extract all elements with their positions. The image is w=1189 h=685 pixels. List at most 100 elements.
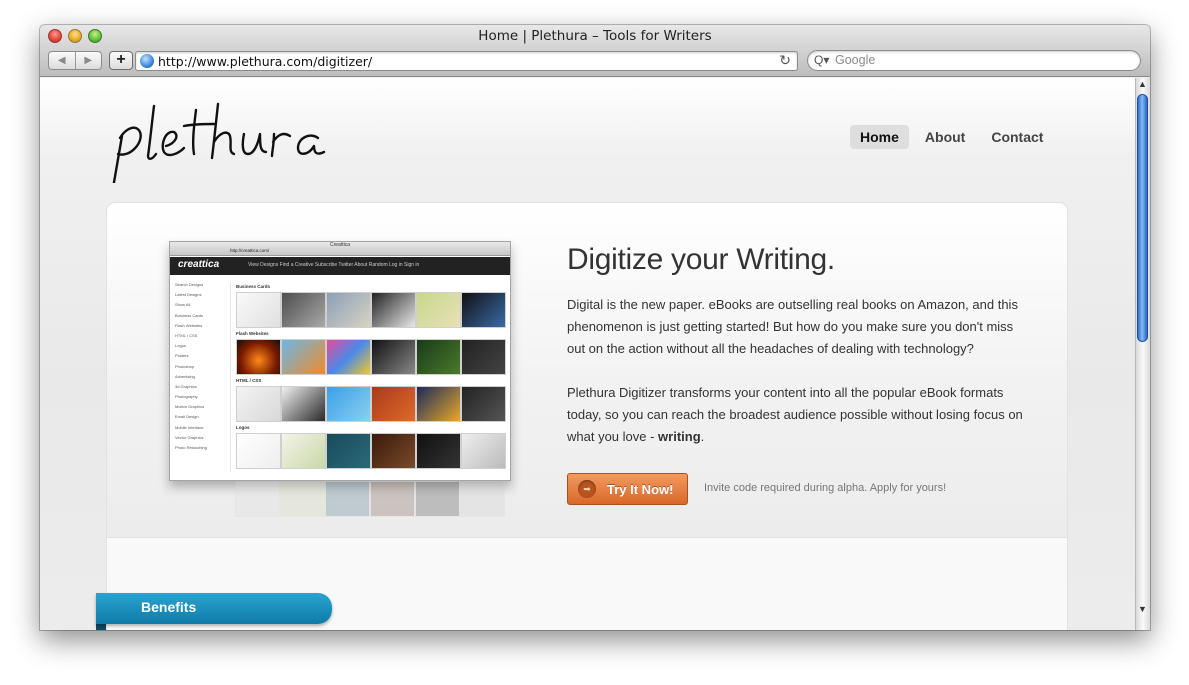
paragraph-2-text: Plethura Digitizer transforms your conte…	[567, 385, 1023, 444]
thumbnail	[416, 292, 461, 328]
screenshot-sidebar-item: Advertising	[175, 373, 195, 379]
thumbnail	[281, 386, 326, 422]
page-viewport: Home About Contact Creattica http://crea…	[40, 78, 1135, 630]
screenshot-sidebar-item: Posters	[175, 353, 189, 359]
forward-arrow-icon[interactable]: ▶	[76, 52, 102, 69]
thumbnail	[236, 292, 281, 328]
search-field[interactable]: Q▾ Google	[807, 50, 1141, 71]
thumbnail	[416, 386, 461, 422]
nav-contact[interactable]: Contact	[981, 125, 1053, 149]
thumbnail	[371, 386, 416, 422]
screenshot-sidebar-item: Latest Designs	[175, 292, 202, 298]
screenshot-section-title: HTML / CSS	[236, 378, 262, 383]
thumbnail	[326, 433, 371, 469]
screenshot-sidebar-item: Show All	[175, 302, 191, 308]
hero-paragraph-2: Plethura Digitizer transforms your conte…	[567, 382, 1027, 448]
back-forward-group: ◀ ▶	[48, 51, 102, 70]
scroll-up-arrow-icon[interactable]: ▲	[1138, 79, 1147, 89]
back-arrow-icon[interactable]: ◀	[49, 52, 76, 69]
thumbnail	[236, 433, 281, 469]
browser-window: Home | Plethura – Tools for Writers ◀ ▶ …	[40, 25, 1150, 630]
screenshot-sidebar-item: Photo Retouching	[175, 445, 207, 450]
thumbnail	[326, 339, 371, 375]
thumbnail	[371, 339, 416, 375]
thumbnail	[416, 433, 461, 469]
thumbnail	[326, 292, 371, 328]
thumbnail	[371, 292, 416, 328]
thumbnail	[461, 433, 506, 469]
thumbnail	[281, 292, 326, 328]
screenshot-sidebar-item: Motion Graphics	[175, 404, 205, 410]
screenshot-sidebar-item: Photoshop	[175, 363, 195, 369]
thumbnail	[236, 386, 281, 422]
screenshot-nav: View Designs Find a Creative Subscribe T…	[248, 262, 420, 268]
screenshot-browser-chrome: Creattica http://creattica.com/	[170, 242, 510, 256]
vertical-scrollbar[interactable]: ▲ ▼	[1135, 78, 1150, 630]
globe-icon	[140, 54, 154, 68]
screenshot-url: http://creattica.com/	[230, 248, 270, 253]
try-it-now-button[interactable]: ➡ Try It Now!	[567, 473, 688, 505]
address-bar[interactable]: http://www.plethura.com/digitizer/ ↻	[135, 51, 798, 71]
title-bar: Home | Plethura – Tools for Writers ◀ ▶ …	[40, 25, 1150, 77]
thumbnail	[281, 339, 326, 375]
benefits-label: Benefits	[141, 599, 197, 615]
screenshot-gallery: Business Cards Flash Websites HTML / CSS…	[236, 282, 506, 472]
thumbnail	[416, 339, 461, 375]
screenshot-sidebar-item: Photography	[175, 394, 198, 400]
paragraph-2-emphasis: writing	[658, 429, 701, 444]
thumbnail	[326, 386, 371, 422]
search-placeholder: Google	[835, 53, 876, 67]
reflection-thumbnail	[325, 481, 370, 517]
screenshot-thumb-row	[236, 386, 506, 422]
benefits-ribbon: Benefits	[96, 593, 332, 624]
screenshot-sidebar-item: 3d Graphics	[175, 383, 197, 389]
screenshot-thumb-row	[236, 292, 506, 328]
screenshot-thumb-row	[236, 433, 506, 469]
screenshot-sidebar-item: Logos	[175, 343, 186, 349]
screenshot-sidebar-item: HTML / CSS	[175, 332, 198, 338]
screenshot-sidebar-item: Business Cards	[175, 312, 204, 318]
reflection-thumbnail	[280, 481, 325, 517]
screenshot-logo: creattica	[178, 259, 220, 270]
scroll-down-arrow-icon[interactable]: ▼	[1138, 604, 1147, 614]
screenshot-thumb-row	[236, 339, 506, 375]
scroll-thumb[interactable]	[1137, 94, 1148, 342]
reload-icon[interactable]: ↻	[779, 52, 791, 69]
hero-headline: Digitize your Writing.	[567, 243, 835, 276]
screenshot-sidebar-item: Search Designs	[175, 282, 204, 287]
nav-home[interactable]: Home	[850, 125, 909, 149]
url-text[interactable]: http://www.plethura.com/digitizer/	[158, 54, 372, 69]
screenshot-section-title: Logos	[236, 425, 250, 430]
thumbnail	[461, 386, 506, 422]
paragraph-2-end: .	[700, 429, 705, 444]
reflection-thumbnail	[415, 481, 460, 517]
hero-panel: Creattica http://creattica.com/ creattic…	[106, 202, 1068, 630]
reflection-thumbnail	[460, 481, 505, 517]
screenshot-sidebar: Search Designs Latest Designs Show All B…	[175, 282, 231, 472]
cta-label: Try It Now!	[607, 481, 674, 497]
screenshot-section-title: Flash Websites	[236, 331, 269, 336]
thumbnail	[281, 433, 326, 469]
product-screenshot: Creattica http://creattica.com/ creattic…	[169, 241, 511, 481]
screenshot-sidebar-item: Flash Websites	[175, 322, 203, 328]
add-bookmark-button[interactable]: +	[109, 51, 133, 70]
search-icon[interactable]: Q▾	[814, 53, 829, 67]
reflection-thumbnail	[370, 481, 415, 517]
thumbnail	[461, 339, 506, 375]
screenshot-window-title: Creattica	[329, 242, 350, 248]
screenshot-sidebar-item: Email Design	[175, 414, 199, 420]
thumbnail	[461, 292, 506, 328]
hero-paragraph-1: Digital is the new paper. eBooks are out…	[567, 297, 1018, 356]
nav-about[interactable]: About	[915, 125, 975, 149]
invite-note: Invite code required during alpha. Apply…	[704, 482, 947, 494]
screenshot-reflection	[169, 481, 511, 537]
benefits-ribbon-fold	[96, 624, 106, 630]
screenshot-sidebar-item: Mobile Interface	[175, 424, 204, 430]
thumbnail	[371, 433, 416, 469]
arrow-right-icon: ➡	[578, 480, 596, 498]
main-nav: Home About Contact	[850, 125, 1059, 149]
screenshot-header: creattica View Designs Find a Creative S…	[170, 257, 510, 275]
screenshot-sidebar-item: Vector Graphics	[175, 434, 204, 440]
plethura-logo[interactable]	[108, 98, 378, 183]
screenshot-section-title: Business Cards	[236, 284, 271, 289]
